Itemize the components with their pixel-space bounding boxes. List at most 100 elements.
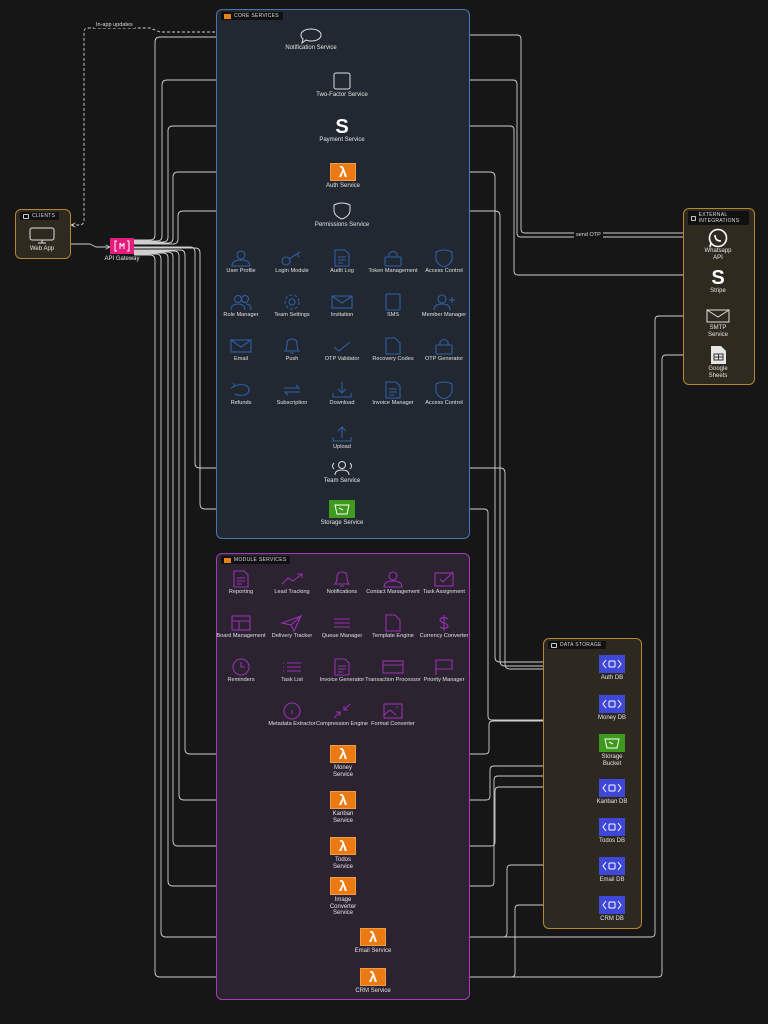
auth-db-node[interactable]: Auth DB bbox=[577, 655, 647, 682]
module-component-board-management[interactable]: Board Management bbox=[213, 614, 269, 639]
todos-service-node[interactable]: λ Todos Service bbox=[308, 837, 378, 870]
module-component-currency-converter[interactable]: Currency Converter bbox=[416, 614, 472, 639]
core-component-recovery-codes[interactable]: Recovery Codes bbox=[365, 337, 421, 362]
core-component-refunds[interactable]: Refunds bbox=[213, 381, 269, 406]
module-component-transaction-processor[interactable]: Transaction Processor bbox=[365, 658, 421, 683]
core-component-role-manager[interactable]: Role Manager bbox=[213, 293, 269, 318]
core-component-user-profile[interactable]: User Profile bbox=[213, 249, 269, 274]
money-db-node[interactable]: Money DB bbox=[577, 695, 647, 722]
compress-icon bbox=[333, 703, 351, 719]
cube-icon bbox=[691, 215, 696, 221]
core-component-label: Token Management bbox=[368, 268, 418, 274]
web-app-node[interactable]: Web App bbox=[7, 227, 77, 253]
module-group-label: Module Services bbox=[234, 557, 287, 563]
email-db-node[interactable]: Email DB bbox=[577, 857, 647, 884]
stripe-node[interactable]: S Stripe bbox=[683, 268, 753, 295]
google-sheets-icon bbox=[711, 346, 726, 364]
shield-icon bbox=[435, 249, 453, 267]
module-component-label: Task List bbox=[281, 677, 303, 683]
core-component-sms[interactable]: SMS bbox=[365, 293, 421, 318]
core-component-label: Audit Log bbox=[330, 268, 354, 274]
flag-icon bbox=[435, 659, 453, 675]
document-icon bbox=[385, 381, 401, 399]
crm-service-node[interactable]: λ CRM Service bbox=[338, 968, 408, 995]
two-factor-service-node[interactable]: Two-Factor Service bbox=[307, 72, 377, 99]
payment-service-node[interactable]: S Payment Service bbox=[307, 117, 377, 144]
api-gateway-node[interactable]: API Gateway bbox=[87, 238, 157, 263]
core-component-upload[interactable]: Upload bbox=[314, 425, 370, 450]
bell-icon bbox=[333, 571, 351, 587]
core-component-label: Login Module bbox=[275, 268, 309, 274]
notification-service-label: Notification Service bbox=[285, 45, 337, 51]
permissions-service-node[interactable]: Permissions Service bbox=[307, 202, 377, 229]
web-app-label: Web App bbox=[29, 246, 55, 252]
module-component-label: Transaction Processor bbox=[365, 677, 421, 683]
module-component-lead-tracking[interactable]: Lead Tracking bbox=[264, 570, 320, 595]
module-component-task-list[interactable]: Task List bbox=[264, 658, 320, 683]
kanban-service-node[interactable]: λ Kanban Service bbox=[308, 791, 378, 824]
storage-service-node[interactable]: Storage Service bbox=[307, 500, 377, 527]
module-component-label: Queue Manager bbox=[321, 633, 363, 639]
core-component-email[interactable]: Email bbox=[213, 337, 269, 362]
core-component-team-settings[interactable]: Team Settings bbox=[264, 293, 320, 318]
core-component-access-control[interactable]: Access Control bbox=[416, 249, 472, 274]
lock-icon bbox=[384, 250, 402, 267]
auth-service-label: Auth Service bbox=[325, 183, 361, 189]
user-plus-icon bbox=[433, 294, 455, 311]
image-converter-service-node[interactable]: λ Image Converter Service bbox=[308, 877, 378, 917]
notification-service-node[interactable]: Notification Service bbox=[276, 27, 346, 52]
kanban-db-node[interactable]: Kanban DB bbox=[577, 779, 647, 806]
crm-service-label: CRM Service bbox=[355, 988, 391, 994]
lock-icon bbox=[435, 338, 453, 355]
core-component-audit-log[interactable]: Audit Log bbox=[314, 249, 370, 274]
core-component-otp-validator[interactable]: OTP Validator bbox=[314, 337, 370, 362]
email-db-label: Email DB bbox=[599, 877, 625, 883]
module-component-queue-manager[interactable]: Queue Manager bbox=[314, 614, 370, 639]
crm-db-node[interactable]: CRM DB bbox=[577, 896, 647, 923]
core-component-token-management[interactable]: Token Management bbox=[365, 249, 421, 274]
core-component-login-module[interactable]: Login Module bbox=[264, 249, 320, 274]
external-group-title: External Integrations bbox=[688, 211, 749, 225]
core-component-push[interactable]: Push bbox=[264, 337, 320, 362]
core-component-subscription[interactable]: Subscription bbox=[264, 381, 320, 406]
module-component-format-converter[interactable]: Format Converter bbox=[365, 702, 421, 727]
smtp-service-node[interactable]: SMTP Service bbox=[683, 309, 753, 338]
core-component-label: Upload bbox=[333, 444, 351, 450]
crm-db-label: CRM DB bbox=[600, 916, 624, 922]
money-service-node[interactable]: λ Money Service bbox=[308, 745, 378, 778]
email-service-node[interactable]: λ Email Service bbox=[338, 928, 408, 955]
module-component-compression-engine[interactable]: Compression Engine bbox=[314, 702, 370, 727]
auth-service-node[interactable]: λ Auth Service bbox=[308, 163, 378, 190]
todos-db-node[interactable]: Todos DB bbox=[577, 818, 647, 845]
storage-service-label: Storage Service bbox=[320, 520, 364, 526]
module-component-invoice-generator[interactable]: Invoice Generator bbox=[314, 658, 370, 683]
core-component-invoice-manager[interactable]: Invoice Manager bbox=[365, 381, 421, 406]
core-component-member-manager[interactable]: Member Manager bbox=[416, 293, 472, 318]
team-service-node[interactable]: Team Service bbox=[307, 460, 377, 485]
core-component-otp-generator[interactable]: OTP Generator bbox=[416, 337, 472, 362]
module-component-reporting[interactable]: Reporting bbox=[213, 570, 269, 595]
send-icon bbox=[280, 615, 303, 632]
google-sheets-node[interactable]: Google Sheets bbox=[683, 346, 753, 379]
bucket-node[interactable]: Storage Bucket bbox=[577, 734, 647, 767]
module-component-delivery-tracker[interactable]: Delivery Tracker bbox=[264, 614, 320, 639]
module-component-priority-manager[interactable]: Priority Manager bbox=[416, 658, 472, 683]
module-component-label: Lead Tracking bbox=[274, 589, 310, 595]
core-component-download[interactable]: Download bbox=[314, 381, 370, 406]
key-icon bbox=[281, 251, 301, 266]
core-component-access-control[interactable]: Access Control bbox=[416, 381, 472, 406]
core-component-label: Email bbox=[234, 356, 248, 362]
module-component-template-engine[interactable]: Template Engine bbox=[365, 614, 421, 639]
module-component-task-assignment[interactable]: Task Assignment bbox=[416, 570, 472, 595]
whatsapp-api-node[interactable]: Whatsapp API bbox=[683, 228, 753, 261]
storage-group-label: Data Storage bbox=[560, 642, 602, 648]
card-icon bbox=[382, 660, 404, 674]
core-component-invitation[interactable]: Invitation bbox=[314, 293, 370, 318]
lambda-icon: λ bbox=[330, 791, 356, 809]
core-component-label: Push bbox=[285, 356, 299, 362]
module-component-notifications[interactable]: Notifications bbox=[314, 570, 370, 595]
module-component-reminders[interactable]: Reminders bbox=[213, 658, 269, 683]
module-component-metadata-extractor[interactable]: Metadata Extractor bbox=[264, 702, 320, 727]
clients-group-title: Clients bbox=[20, 212, 60, 220]
module-component-contact-management[interactable]: Contact Management bbox=[365, 570, 421, 595]
